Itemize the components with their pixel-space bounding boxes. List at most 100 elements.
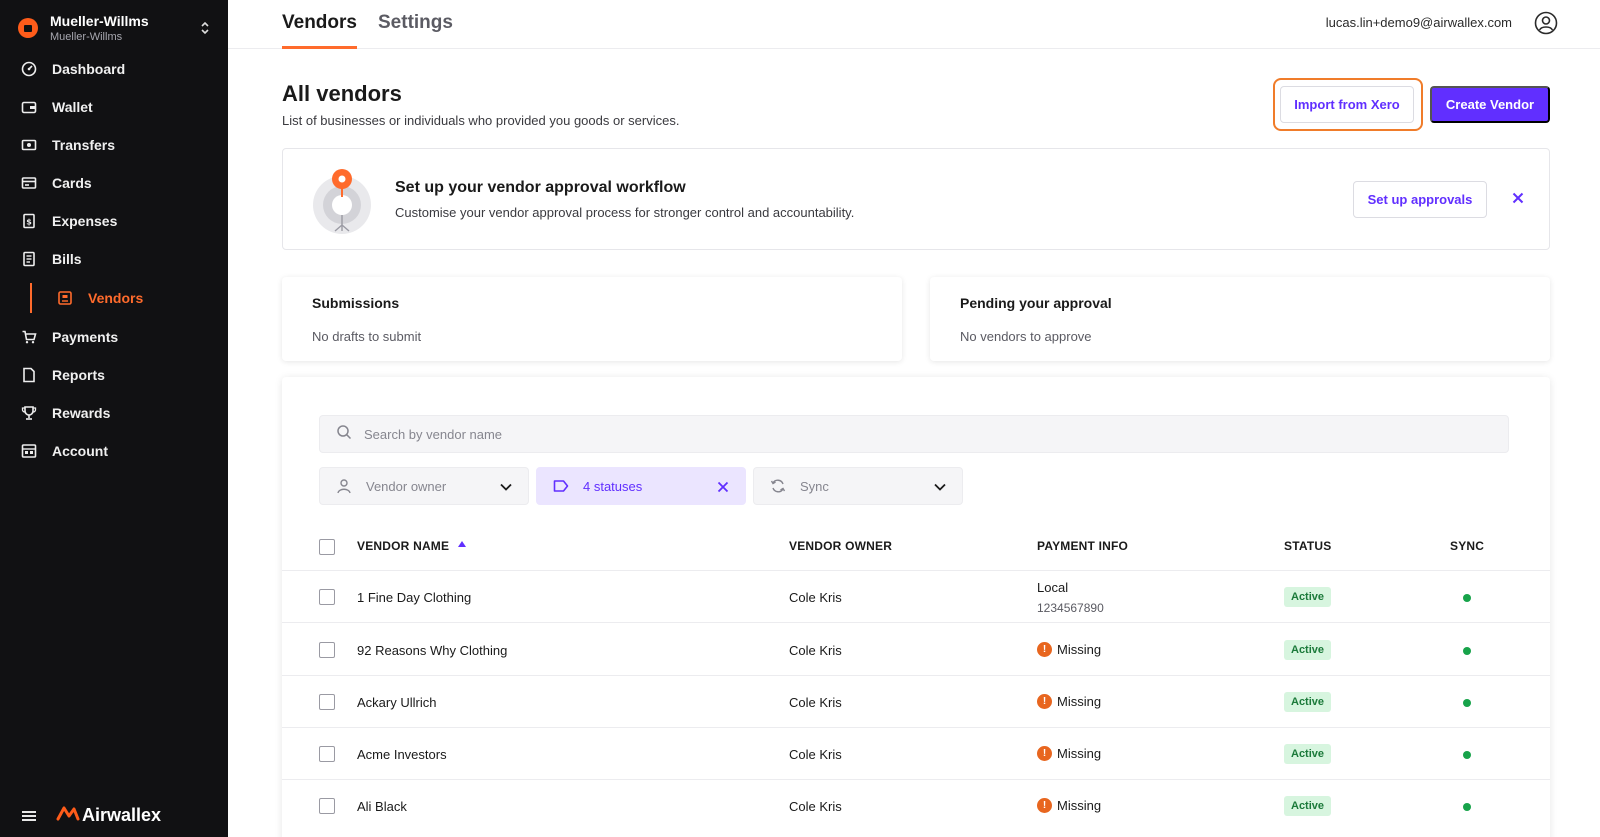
sidebar-item-label: Rewards: [52, 405, 111, 421]
main-content: All vendors List of businesses or indivi…: [228, 49, 1600, 837]
payments-icon: [20, 328, 38, 346]
sidebar-item-dashboard[interactable]: Dashboard: [0, 50, 228, 88]
set-up-approvals-button[interactable]: Set up approvals: [1353, 181, 1487, 218]
status-filter[interactable]: 4 statuses: [536, 467, 746, 505]
svg-text:$: $: [26, 218, 32, 227]
vendor-name[interactable]: Ali Black: [357, 799, 407, 814]
airwallex-logo: Airwallex: [56, 805, 161, 826]
row-checkbox[interactable]: [319, 589, 335, 605]
page-subtitle: List of businesses or individuals who pr…: [282, 113, 680, 128]
table-row[interactable]: Ackary Ullrich Cole Kris ! Missing Activ…: [282, 676, 1550, 728]
submissions-title: Submissions: [312, 295, 400, 311]
sidebar-item-wallet[interactable]: Wallet: [0, 88, 228, 126]
vendor-name[interactable]: 1 Fine Day Clothing: [357, 590, 471, 605]
sidebar-item-label: Transfers: [52, 137, 116, 153]
user-email[interactable]: lucas.lin+demo9@airwallex.com: [1326, 15, 1512, 30]
transfers-icon: [20, 136, 38, 154]
search-icon: [336, 424, 352, 445]
column-payment-info: PAYMENT INFO: [1037, 539, 1129, 553]
sidebar-item-account[interactable]: Account: [0, 432, 228, 470]
sidebar-item-label: Expenses: [52, 213, 118, 229]
tag-icon: [553, 478, 569, 494]
search-box[interactable]: [319, 415, 1509, 453]
person-icon: [336, 478, 352, 494]
org-name: Mueller-Willms: [50, 12, 149, 29]
account-icon: [20, 442, 38, 460]
active-indicator: [30, 283, 32, 313]
status-badge: Active: [1284, 692, 1332, 712]
table-row[interactable]: 92 Reasons Why Clothing Cole Kris ! Miss…: [282, 624, 1550, 676]
column-status: STATUS: [1284, 539, 1332, 553]
sidebar-item-label: Dashboard: [52, 61, 126, 77]
vendor-name[interactable]: Ackary Ullrich: [357, 695, 436, 710]
clear-filter-icon[interactable]: [715, 479, 731, 495]
row-checkbox[interactable]: [319, 694, 335, 710]
menu-icon[interactable]: [22, 809, 36, 823]
vendor-owner-filter[interactable]: Vendor owner: [319, 467, 529, 505]
top-bar: Vendors Settings lucas.lin+demo9@airwall…: [228, 0, 1600, 49]
vendor-name[interactable]: 92 Reasons Why Clothing: [357, 643, 507, 658]
sidebar-nav: Dashboard Wallet Transfers Cards $ Expen…: [0, 50, 228, 470]
chevron-up-down-icon[interactable]: [198, 21, 212, 36]
org-subtitle: Mueller-Willms: [50, 30, 123, 43]
vendors-icon: [56, 289, 74, 307]
reports-icon: [20, 366, 38, 384]
wallet-icon: [20, 98, 38, 116]
sidebar-item-cards[interactable]: Cards: [0, 164, 228, 202]
org-logo-icon: [18, 18, 38, 38]
vendor-name[interactable]: Acme Investors: [357, 747, 447, 762]
org-switcher[interactable]: Mueller-Willms Mueller-Willms: [18, 10, 212, 46]
submissions-card[interactable]: Submissions No drafts to submit: [282, 277, 902, 361]
column-vendor-name[interactable]: VENDOR NAME: [357, 539, 449, 553]
approval-workflow-illustration-icon: [310, 165, 374, 237]
tab-settings[interactable]: Settings: [378, 12, 453, 49]
payment-info-missing: ! Missing: [1037, 746, 1101, 761]
table-row[interactable]: 1 Fine Day Clothing Cole Kris Local 1234…: [282, 571, 1550, 623]
vendor-owner: Cole Kris: [789, 695, 842, 710]
sync-status-dot: [1463, 751, 1471, 759]
banner-description: Customise your vendor approval process f…: [395, 205, 855, 220]
sidebar-item-rewards[interactable]: Rewards: [0, 394, 228, 432]
table-row[interactable]: Ali Black Cole Kris ! Missing Active: [282, 780, 1550, 832]
user-avatar-icon[interactable]: [1534, 11, 1558, 35]
sidebar-item-bills[interactable]: Bills: [0, 240, 228, 278]
sidebar-item-payments[interactable]: Payments: [0, 318, 228, 356]
sidebar-item-label: Account: [52, 443, 108, 459]
sync-icon: [770, 478, 786, 494]
sidebar-item-transfers[interactable]: Transfers: [0, 126, 228, 164]
warning-icon: !: [1037, 798, 1052, 813]
vendor-owner: Cole Kris: [789, 799, 842, 814]
pending-approval-title: Pending your approval: [960, 295, 1112, 311]
sidebar-item-expenses[interactable]: $ Expenses: [0, 202, 228, 240]
search-input[interactable]: [364, 426, 1464, 442]
sidebar-item-label: Cards: [52, 175, 92, 191]
row-checkbox[interactable]: [319, 746, 335, 762]
sync-status-dot: [1463, 699, 1471, 707]
create-vendor-button[interactable]: Create Vendor: [1430, 86, 1550, 123]
row-checkbox[interactable]: [319, 798, 335, 814]
vendor-owner: Cole Kris: [789, 747, 842, 762]
import-from-xero-button[interactable]: Import from Xero: [1280, 86, 1414, 123]
sidebar-item-reports[interactable]: Reports: [0, 356, 228, 394]
close-icon[interactable]: [1509, 189, 1527, 207]
sidebar-item-vendors[interactable]: Vendors: [0, 278, 228, 318]
table-row[interactable]: Acme Investors Cole Kris ! Missing Activ…: [282, 728, 1550, 780]
expenses-icon: $: [20, 212, 38, 230]
status-badge: Active: [1284, 796, 1332, 816]
chevron-down-icon: [498, 479, 514, 495]
payment-info-text: Missing: [1057, 746, 1102, 761]
sync-status-dot: [1463, 647, 1471, 655]
sync-filter[interactable]: Sync: [753, 467, 963, 505]
row-checkbox[interactable]: [319, 642, 335, 658]
bills-icon: [20, 250, 38, 268]
payment-method: Local: [1037, 580, 1069, 595]
dashboard-icon: [20, 60, 38, 78]
sort-ascending-icon[interactable]: [458, 541, 466, 547]
tab-vendors[interactable]: Vendors: [282, 12, 357, 49]
pending-approval-card[interactable]: Pending your approval No vendors to appr…: [930, 277, 1550, 361]
vendor-owner: Cole Kris: [789, 590, 842, 605]
sidebar-item-label: Payments: [52, 329, 119, 345]
select-all-checkbox[interactable]: [319, 539, 335, 555]
rewards-icon: [20, 404, 38, 422]
submissions-description: No drafts to submit: [312, 329, 422, 344]
